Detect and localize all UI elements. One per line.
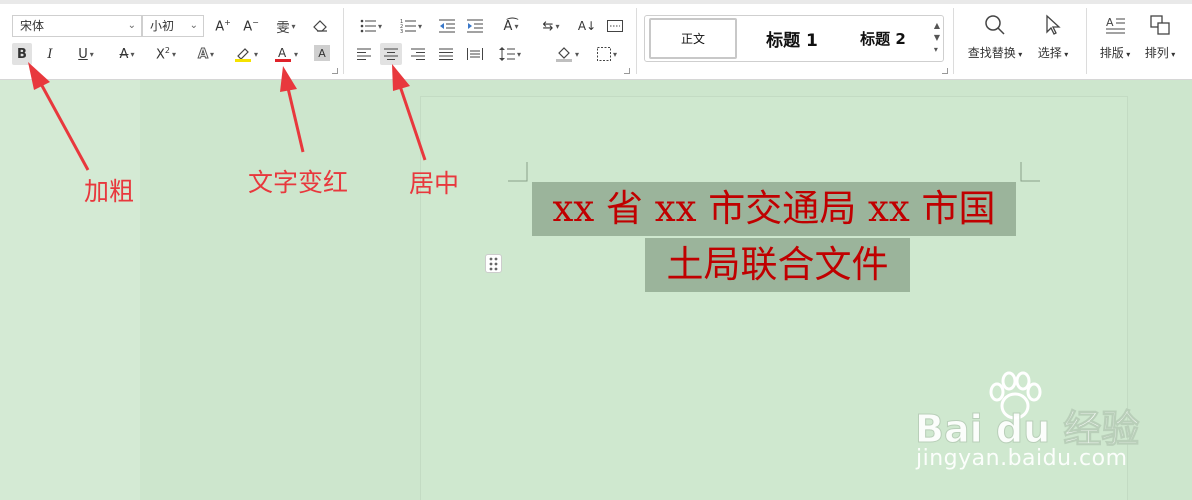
watermark-brand: Bai du 经验 bbox=[914, 407, 1140, 452]
arrow-font-color bbox=[280, 66, 305, 153]
arrow-center bbox=[392, 64, 427, 161]
annotation-bold: 加粗 bbox=[84, 177, 135, 206]
annotation-center: 居中 bbox=[409, 169, 460, 198]
baidu-watermark-logo: Bai du 经验 bbox=[914, 371, 1140, 452]
arrow-bold bbox=[28, 62, 90, 171]
watermark-url: jingyan.baidu.com bbox=[916, 446, 1128, 471]
annotation-red-text: 文字变红 bbox=[248, 168, 349, 197]
